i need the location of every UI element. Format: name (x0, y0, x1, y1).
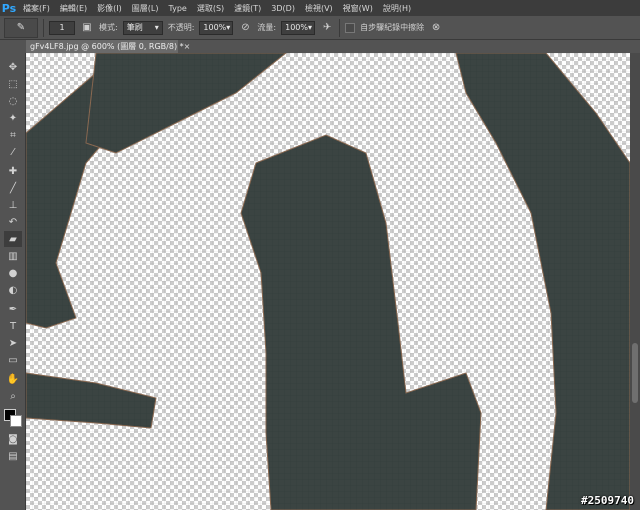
opacity-input[interactable]: 100% ▾ (199, 20, 234, 35)
close-icon[interactable]: × (184, 42, 191, 51)
brush-icon[interactable]: ╱ (4, 180, 22, 196)
background-color-swatch[interactable] (10, 415, 22, 427)
divider (43, 18, 44, 37)
toolbox: ✥ ⬚ ◌ ✦ ⌗ ⁄ ✚ ╱ ⊥ ↶ ▰ ▥ ● ◐ ✒ T ➤ ▭ ✋ ⌕ … (0, 53, 26, 510)
healing-icon[interactable]: ✚ (4, 163, 22, 179)
menu-select[interactable]: 選取(S) (192, 3, 229, 14)
menu-layer[interactable]: 圖層(L) (127, 3, 164, 14)
opacity-value: 100% (203, 23, 227, 32)
menu-filter[interactable]: 濾鏡(T) (229, 3, 266, 14)
app-logo: Ps (1, 1, 17, 15)
screen-mode-icon[interactable]: ▤ (4, 448, 22, 464)
eraser-icon: ✎ (16, 22, 26, 33)
opacity-label: 不透明: (167, 23, 195, 32)
scrollbar-thumb[interactable] (632, 343, 638, 403)
document-canvas[interactable] (26, 53, 630, 510)
gradient-icon[interactable]: ▥ (4, 248, 22, 264)
mode-select[interactable]: 筆刷 ▾ (122, 20, 163, 35)
chevron-down-icon: ▾ (226, 23, 231, 32)
crop-icon[interactable]: ⌗ (4, 127, 22, 143)
watermark-text: #2509740 (581, 494, 634, 507)
marquee-icon[interactable]: ⬚ (4, 76, 22, 92)
eyedropper-icon[interactable]: ⁄ (4, 144, 22, 160)
flow-value: 100% (285, 23, 308, 32)
menu-edit[interactable]: 編輯(E) (55, 3, 92, 14)
history-brush-icon[interactable]: ↶ (4, 214, 22, 230)
blur-icon[interactable]: ● (4, 265, 22, 281)
move-icon[interactable]: ✥ (4, 59, 22, 75)
lasso-icon[interactable]: ◌ (4, 93, 22, 109)
vertical-scrollbar[interactable] (630, 53, 640, 510)
magic-wand-icon[interactable]: ✦ (4, 110, 22, 126)
chevron-down-icon: ▾ (154, 23, 159, 32)
menu-type[interactable]: Type (163, 4, 191, 13)
document-title: gFv4LF8.jpg @ 600% (圖層 0, RGB/8) * (30, 42, 184, 51)
divider (339, 18, 341, 37)
tool-preset-picker[interactable]: ✎ (4, 17, 38, 38)
menu-view[interactable]: 檢視(V) (300, 3, 338, 14)
hand-icon[interactable]: ✋ (4, 371, 22, 387)
zoom-icon[interactable]: ⌕ (4, 388, 22, 404)
stamp-icon[interactable]: ⊥ (4, 197, 22, 213)
shape-icon[interactable]: ▭ (4, 352, 22, 368)
menu-file[interactable]: 檔案(F) (18, 3, 55, 14)
type-icon[interactable]: T (4, 318, 22, 334)
auto-erase-label: 自步驟紀錄中擦除 (360, 23, 425, 32)
auto-erase-checkbox[interactable] (345, 22, 356, 33)
chevron-down-icon: ▾ (307, 23, 312, 32)
flow-input[interactable]: 100% ▾ (281, 20, 316, 35)
brush-size-picker[interactable]: 1 (49, 20, 75, 35)
quick-mask-icon[interactable]: ◙ (4, 431, 22, 447)
path-select-icon[interactable]: ➤ (4, 335, 22, 351)
brush-size-value: 1 (59, 23, 65, 32)
menu-bar: Ps 檔案(F) 編輯(E) 影像(I) 圖層(L) Type 選取(S) 濾鏡… (0, 0, 640, 16)
dodge-icon[interactable]: ◐ (4, 282, 22, 298)
mode-label: 模式: (99, 23, 118, 32)
pen-icon[interactable]: ✒ (4, 301, 22, 317)
menu-3d[interactable]: 3D(D) (266, 4, 300, 13)
mode-value: 筆刷 (126, 23, 143, 32)
flow-label: 流量: (257, 23, 277, 32)
menu-help[interactable]: 說明(H) (378, 3, 416, 14)
document-tab[interactable]: gFv4LF8.jpg @ 600% (圖層 0, RGB/8) * × (26, 40, 190, 53)
airbrush-icon[interactable]: ✈ (320, 21, 334, 35)
menu-window[interactable]: 視窗(W) (338, 3, 378, 14)
eraser-icon[interactable]: ▰ (4, 231, 22, 247)
pressure-opacity-icon[interactable]: ⊘ (238, 21, 252, 35)
brush-panel-icon[interactable]: ▣ (80, 21, 94, 35)
options-bar: ✎ 1 ▣ 模式: 筆刷 ▾ 不透明: 100% ▾ ⊘ 流量: 100% ▾ … (0, 16, 640, 40)
pressure-size-icon[interactable]: ⊗ (429, 21, 443, 35)
artwork (26, 53, 630, 510)
menu-image[interactable]: 影像(I) (92, 3, 127, 14)
